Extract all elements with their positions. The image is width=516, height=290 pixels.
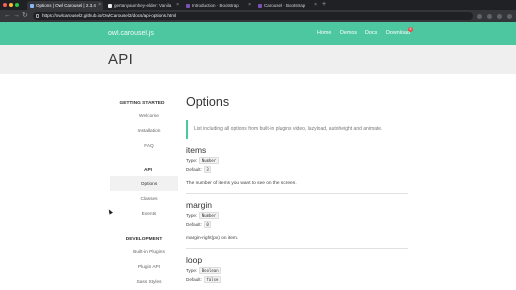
forward-arrow-icon[interactable]: →	[13, 10, 20, 22]
close-tab-icon[interactable]: ×	[98, 1, 101, 10]
option-description: margin-right(px) on item.	[186, 236, 239, 241]
option-description: The number of items you want to see on t…	[186, 181, 297, 186]
default-label: Default:	[186, 277, 202, 282]
extension-icon[interactable]	[477, 13, 482, 19]
sidebar-item-welcome[interactable]: Welcome	[115, 114, 183, 119]
download-badge: 6	[408, 27, 413, 32]
close-tab-icon[interactable]: ×	[248, 1, 251, 10]
sidebar-item-classes[interactable]: Classes	[115, 197, 183, 202]
favicon-icon	[30, 3, 34, 8]
browser-tab-strip: Options | Owl Carousel | 2.3.4 × gertany…	[0, 0, 516, 10]
type-label: Type:	[186, 213, 198, 218]
type-label: Type:	[186, 158, 198, 163]
toolbar-extensions	[477, 10, 512, 22]
extension-icon[interactable]	[497, 13, 502, 19]
reload-icon[interactable]: ↻	[22, 10, 28, 22]
option-default-row: Default: false	[186, 276, 221, 283]
screen: Options | Owl Carousel | 2.3.4 × gertany…	[0, 0, 516, 290]
new-tab-button[interactable]: +	[322, 0, 326, 10]
browser-tab-label: gertanyaumhey-elder: Vanila	[114, 3, 172, 8]
close-tab-icon[interactable]: ×	[176, 1, 179, 10]
option-type-row: Type: Number	[186, 212, 219, 219]
minimize-window-button[interactable]	[9, 3, 13, 7]
option-name-items: items	[186, 145, 207, 155]
browser-tab[interactable]: Introduction · Bootstrap ×	[183, 1, 253, 10]
browser-toolbar: ← → ↻ https://owlcarousel2.github.io/Owl…	[0, 10, 516, 22]
browser-tab-label: Options | Owl Carousel | 2.3.4	[36, 3, 96, 8]
window-controls	[3, 3, 19, 7]
option-type-value: Boolean	[199, 267, 222, 274]
option-type-value: Number	[199, 212, 219, 219]
option-default-value: 0	[203, 221, 212, 228]
sidebar-item-options[interactable]: Options	[115, 182, 183, 187]
option-name-loop: loop	[186, 255, 203, 265]
option-default-value: 3	[203, 166, 212, 173]
back-arrow-icon[interactable]: ←	[4, 10, 11, 22]
page-hero	[0, 45, 516, 74]
sidebar-item-events[interactable]: Events	[115, 212, 183, 217]
sidebar-heading: GETTING STARTED	[119, 101, 165, 106]
nav-demos[interactable]: Demos	[340, 22, 357, 45]
section-title: Options	[186, 95, 230, 109]
sidebar-item-plugin-api[interactable]: Plugin API	[115, 265, 183, 270]
sidebar-item-installation[interactable]: Installation	[115, 129, 183, 134]
sidebar-heading: API	[144, 168, 152, 173]
option-default-row: Default: 3	[186, 166, 212, 173]
option-type-value: Number	[199, 157, 219, 164]
close-tab-icon[interactable]: ×	[314, 1, 317, 10]
option-name-margin: margin	[186, 200, 212, 210]
divider	[186, 248, 408, 249]
favicon-icon	[186, 3, 190, 8]
lock-icon	[36, 14, 39, 18]
option-type-row: Type: Boolean	[186, 267, 222, 274]
nav-home[interactable]: Home	[317, 22, 331, 45]
address-bar-url: https://owlcarousel2.github.io/OwlCarous…	[42, 13, 177, 18]
option-default-value: false	[203, 276, 221, 283]
sidebar-item-built-in-plugins[interactable]: Built-in Plugins	[115, 250, 183, 255]
intro-callout: List including all options from built-in…	[186, 120, 408, 139]
option-type-row: Type: Number	[186, 157, 219, 164]
browser-tab[interactable]: gertanyaumhey-elder: Vanila ×	[105, 1, 181, 10]
sidebar-item-sass-styles[interactable]: Sass Styles	[115, 280, 183, 285]
default-label: Default:	[186, 222, 202, 227]
nav-docs[interactable]: Docs	[365, 22, 377, 45]
divider	[186, 193, 408, 194]
maximize-window-button[interactable]	[15, 3, 19, 7]
option-default-row: Default: 0	[186, 221, 212, 228]
sidebar-heading: DEVELOPMENT	[125, 237, 163, 242]
favicon-icon	[108, 3, 112, 8]
browser-tab[interactable]: Carousel · Bootstrap ×	[255, 1, 319, 10]
site-header: owl.carousel.js Home Demos Docs Download…	[0, 22, 516, 45]
site-logo[interactable]: owl.carousel.js	[108, 22, 154, 45]
nav-download[interactable]: Download	[386, 22, 410, 45]
address-bar[interactable]: https://owlcarousel2.github.io/OwlCarous…	[33, 12, 473, 20]
close-window-button[interactable]	[3, 3, 7, 7]
sidebar-item-faq[interactable]: FAQ	[115, 144, 183, 149]
browser-tab-label: Carousel · Bootstrap	[264, 3, 306, 8]
extension-icon[interactable]	[487, 13, 492, 19]
default-label: Default:	[186, 167, 202, 172]
type-label: Type:	[186, 268, 198, 273]
favicon-icon	[258, 3, 262, 8]
browser-tab-label: Introduction · Bootstrap	[192, 3, 239, 8]
page-heading: API	[108, 51, 134, 68]
profile-avatar-icon[interactable]	[507, 13, 512, 19]
browser-tab[interactable]: Options | Owl Carousel | 2.3.4 ×	[27, 1, 103, 10]
